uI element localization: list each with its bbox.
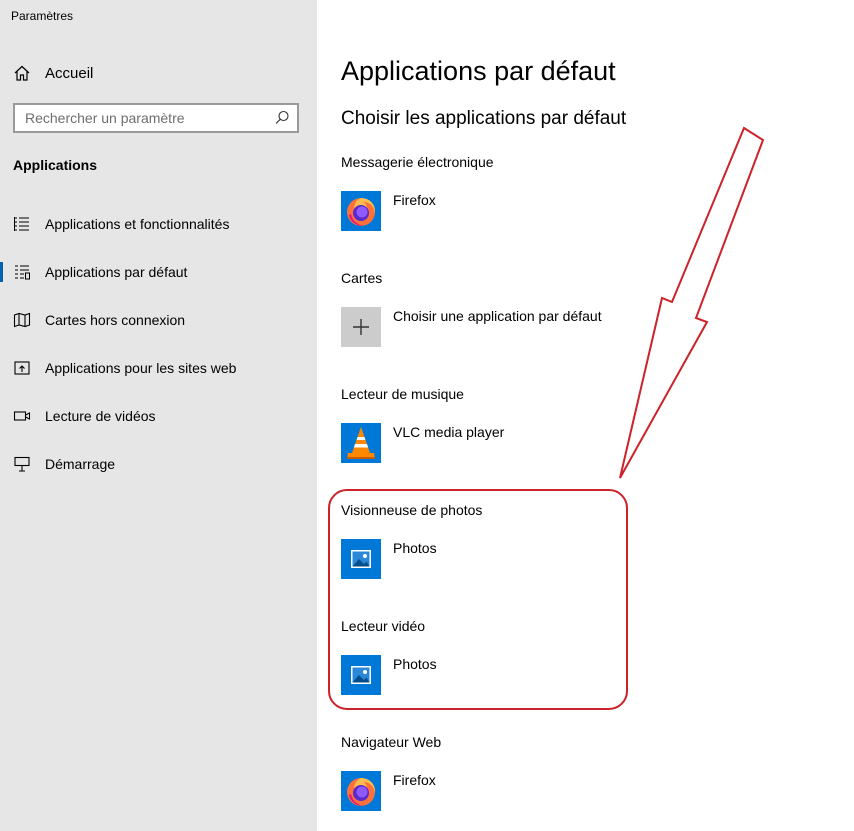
firefox-icon bbox=[341, 771, 381, 811]
sidebar-item-default-apps[interactable]: Applications par défaut bbox=[0, 248, 317, 296]
default-app-button-photo-viewer[interactable]: Photos bbox=[341, 539, 821, 579]
default-app-button-email[interactable]: Firefox bbox=[341, 191, 821, 231]
default-app-name: Photos bbox=[393, 656, 437, 672]
default-apps-icon bbox=[15, 265, 30, 280]
category-label: Messagerie électronique bbox=[341, 154, 494, 170]
sidebar-item-startup[interactable]: Démarrage bbox=[0, 440, 317, 488]
sidebar: Paramètres Accueil Applications Applicat… bbox=[0, 0, 317, 831]
category-photo-viewer: Visionneuse de photos Photos bbox=[341, 500, 821, 579]
sidebar-item-label: Cartes hors connexion bbox=[45, 312, 186, 328]
default-app-name: Firefox bbox=[393, 772, 436, 788]
sidebar-item-apps-websites[interactable]: Applications pour les sites web bbox=[0, 344, 317, 392]
firefox-icon bbox=[341, 191, 381, 231]
video-icon bbox=[13, 411, 31, 421]
category-email: Messagerie électronique Firefox bbox=[341, 152, 821, 231]
page-title: Applications par défaut bbox=[341, 56, 616, 86]
default-app-name: VLC media player bbox=[393, 424, 505, 440]
default-app-name: Choisir une application par défaut bbox=[393, 308, 602, 324]
sidebar-item-label: Lecture de vidéos bbox=[45, 408, 156, 424]
search-icon[interactable] bbox=[273, 109, 291, 127]
home-label: Accueil bbox=[45, 64, 94, 82]
startup-icon bbox=[14, 456, 30, 472]
category-label: Cartes bbox=[341, 270, 383, 286]
category-video-player: Lecteur vidéo Photos bbox=[341, 616, 821, 695]
home-icon bbox=[14, 65, 30, 81]
default-app-button-video-player[interactable]: Photos bbox=[341, 655, 821, 695]
sidebar-item-video-playback[interactable]: Lecture de vidéos bbox=[0, 392, 317, 440]
map-icon bbox=[13, 312, 31, 328]
sidebar-item-offline-maps[interactable]: Cartes hors connexion bbox=[0, 296, 317, 344]
sidebar-item-apps-features[interactable]: Applications et fonctionnalités bbox=[0, 200, 317, 248]
sidebar-item-label: Applications et fonctionnalités bbox=[45, 216, 230, 232]
sidebar-item-label: Démarrage bbox=[45, 456, 116, 472]
category-web-browser: Navigateur Web Firefox bbox=[341, 732, 821, 811]
default-app-button-web-browser[interactable]: Firefox bbox=[341, 771, 821, 811]
plus-icon bbox=[341, 307, 381, 347]
category-label: Lecteur de musique bbox=[341, 386, 464, 402]
category-label: Visionneuse de photos bbox=[341, 502, 483, 518]
sidebar-nav: Applications et fonctionnalités Applicat… bbox=[0, 200, 317, 488]
default-app-button-music[interactable]: VLC media player bbox=[341, 423, 821, 463]
list-icon bbox=[14, 217, 29, 231]
search-input[interactable] bbox=[15, 106, 273, 130]
home-link[interactable]: Accueil bbox=[13, 62, 303, 84]
default-app-name: Photos bbox=[393, 540, 437, 556]
category-label: Navigateur Web bbox=[341, 734, 442, 750]
default-app-button-maps[interactable]: Choisir une application par défaut bbox=[341, 307, 821, 347]
category-label: Lecteur vidéo bbox=[341, 618, 426, 634]
vlc-icon bbox=[341, 423, 381, 463]
open-in-app-icon bbox=[14, 361, 30, 375]
category-music: Lecteur de musique VLC media player bbox=[341, 384, 821, 463]
sidebar-item-label: Applications par défaut bbox=[45, 264, 188, 280]
category-maps: Cartes Choisir une application par défau… bbox=[341, 268, 821, 347]
sidebar-item-label: Applications pour les sites web bbox=[45, 360, 237, 376]
photos-icon bbox=[341, 655, 381, 695]
search-box[interactable] bbox=[13, 103, 299, 133]
window-title: Paramètres bbox=[11, 9, 74, 23]
section-heading: Applications bbox=[13, 157, 98, 173]
photos-icon bbox=[341, 539, 381, 579]
default-app-name: Firefox bbox=[393, 192, 436, 208]
section-subtitle: Choisir les applications par défaut bbox=[341, 108, 627, 129]
